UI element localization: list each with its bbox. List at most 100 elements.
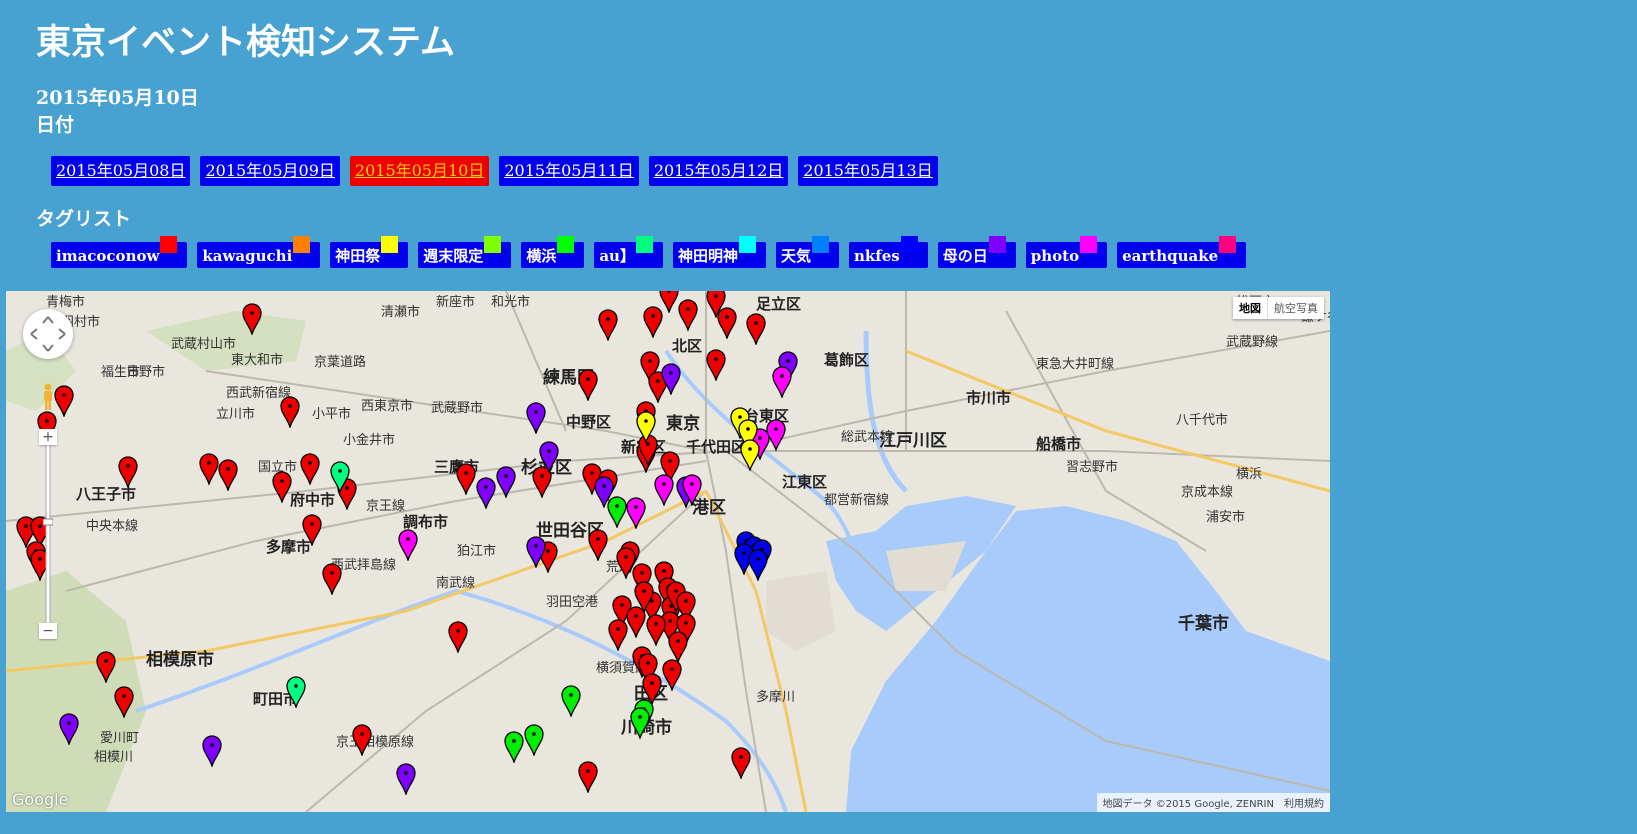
place-label: 北区 [672,337,703,355]
magenta-event-marker[interactable] [654,474,674,506]
tag-item[interactable]: earthquake [1117,236,1247,268]
red-event-marker[interactable] [626,606,646,638]
date-tab-0512[interactable]: 2015年05月12日 [648,156,789,186]
red-event-marker[interactable] [646,614,666,646]
red-event-marker[interactable] [218,459,238,491]
date-tab-0508[interactable]: 2015年05月08日 [51,156,191,186]
blue-event-marker[interactable] [748,549,768,581]
date-tab-0511[interactable]: 2015年05月11日 [499,156,639,186]
place-label: 東急大井町線 [1036,357,1115,372]
red-event-marker[interactable] [118,456,138,488]
tag-item[interactable]: au】 [594,236,663,268]
red-event-marker[interactable] [280,396,300,428]
google-logo: Google [12,790,69,809]
magenta-event-marker[interactable] [772,366,792,398]
red-event-marker[interactable] [54,385,74,417]
date-tab-0509[interactable]: 2015年05月09日 [200,156,340,186]
zoom-out-button[interactable]: − [39,623,57,639]
red-event-marker[interactable] [608,619,628,651]
purple-event-marker[interactable] [539,441,559,473]
map-attribution[interactable]: 地図データ ©2015 Google, ZENRIN 利用規約 [1096,793,1330,812]
place-label: 新座市 [436,295,476,310]
tag-item[interactable]: imacoconow [51,236,188,268]
tag-item[interactable]: 神田祭 [330,236,409,268]
purple-event-marker[interactable] [526,402,546,434]
green-event-marker[interactable] [524,724,544,756]
map-type-satellite-button[interactable]: 航空写真 [1267,297,1324,319]
tag-label: 天気 [780,247,811,265]
zoom-in-button[interactable]: + [39,429,57,445]
yellow-event-marker[interactable] [740,439,760,471]
green-event-marker[interactable] [504,731,524,763]
magenta-event-marker[interactable] [766,419,786,451]
yellow-event-marker[interactable] [636,411,656,443]
zoom-slider-track[interactable] [43,431,53,631]
date-tab-0510[interactable]: 2015年05月10日 [349,156,490,186]
purple-event-marker[interactable] [496,466,516,498]
place-label: 東京 [666,414,700,434]
street-view-pegman-icon[interactable] [41,383,55,411]
tag-color-swatch [293,236,311,253]
tag-item[interactable]: kawaguchi [197,236,321,268]
red-event-marker[interactable] [300,453,320,485]
place-label: 相模原市 [146,650,214,670]
red-event-marker[interactable] [272,471,292,503]
green-event-marker[interactable] [561,685,581,717]
red-event-marker[interactable] [662,659,682,691]
place-label: 南武線 [436,576,476,591]
purple-event-marker[interactable] [661,363,681,395]
place-label: 八千代市 [1176,413,1229,428]
map-canvas[interactable]: 東京練馬区杉並区世田谷区港区江戸川区相模原市千葉市田区川崎市足立区北区中野区新宿… [6,291,1330,812]
tag-item[interactable]: 週末限定 [418,236,512,268]
place-label: 習志野市 [1066,460,1119,475]
tag-color-swatch [988,236,1006,253]
red-event-marker[interactable] [322,563,342,595]
place-label: 狛江市 [457,544,497,559]
purple-event-marker[interactable] [526,536,546,568]
red-event-marker[interactable] [706,349,726,381]
tag-item[interactable]: nkfes [849,236,928,268]
red-event-marker[interactable] [643,306,663,338]
green-event-marker[interactable] [607,496,627,528]
teal-event-marker[interactable] [330,461,350,493]
red-event-marker[interactable] [114,686,134,718]
tag-item[interactable]: photo [1025,236,1108,268]
red-event-marker[interactable] [456,463,476,495]
tag-color-swatch [484,236,502,253]
red-event-marker[interactable] [199,453,219,485]
red-event-marker[interactable] [598,309,618,341]
tag-item[interactable]: 母の日 [937,236,1016,268]
red-event-marker[interactable] [448,621,468,653]
pan-control[interactable] [23,309,73,359]
date-tab-0513[interactable]: 2015年05月13日 [798,156,938,186]
place-label: 京葉道路 [314,355,367,370]
purple-event-marker[interactable] [202,735,222,767]
red-event-marker[interactable] [678,299,698,331]
magenta-event-marker[interactable] [626,497,646,529]
tag-item[interactable]: 神田明神 [672,236,766,268]
red-event-marker[interactable] [352,724,372,756]
red-event-marker[interactable] [588,529,608,561]
red-event-marker[interactable] [578,761,598,793]
red-event-marker[interactable] [302,514,322,546]
tag-item[interactable]: 天気 [775,236,839,268]
purple-event-marker[interactable] [476,477,496,509]
place-label: 小金井市 [343,433,396,448]
red-event-marker[interactable] [746,313,766,345]
red-event-marker[interactable] [717,307,737,339]
teal-event-marker[interactable] [286,676,306,708]
red-event-marker[interactable] [578,369,598,401]
place-label: 小平市 [312,407,352,422]
magenta-event-marker[interactable] [682,474,702,506]
tag-label: 週末限定 [423,247,484,265]
tag-color-swatch [1219,236,1237,253]
green-event-marker[interactable] [630,707,650,739]
purple-event-marker[interactable] [59,713,79,745]
red-event-marker[interactable] [731,747,751,779]
purple-event-marker[interactable] [396,763,416,795]
map-type-map-button[interactable]: 地図 [1233,297,1267,319]
red-event-marker[interactable] [96,651,116,683]
red-event-marker[interactable] [242,303,262,335]
tag-item[interactable]: 横浜 [521,236,585,268]
magenta-event-marker[interactable] [398,529,418,561]
